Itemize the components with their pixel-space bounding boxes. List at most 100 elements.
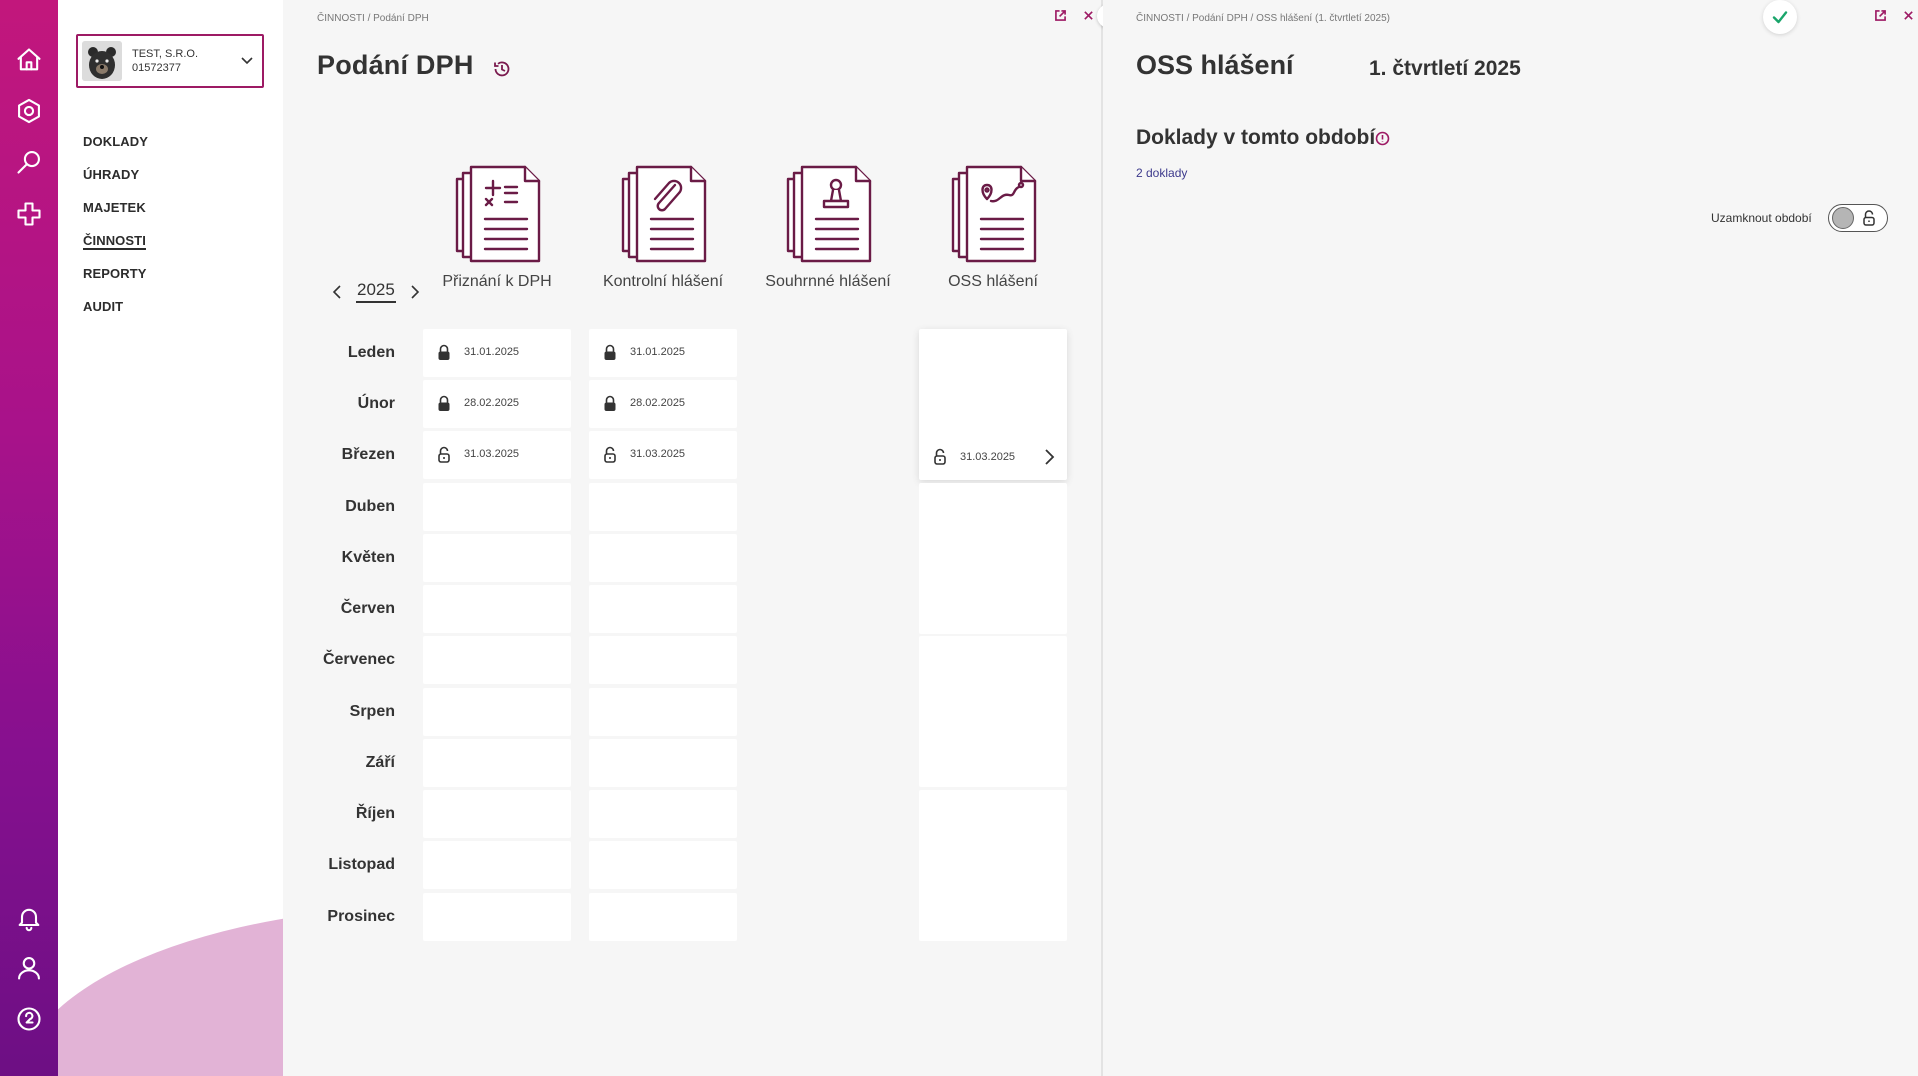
lock-period-toggle[interactable] bbox=[1828, 204, 1888, 232]
stamp-document-icon bbox=[778, 163, 878, 263]
oss-quarter-3[interactable] bbox=[919, 636, 1067, 787]
chevron-down-icon bbox=[240, 53, 254, 67]
breadcrumb-podani-dph[interactable]: Podání DPH bbox=[373, 13, 429, 24]
kontrolni-cell-empty[interactable] bbox=[589, 585, 737, 633]
chevron-left-icon[interactable] bbox=[330, 283, 344, 301]
kontrolni-cell[interactable]: 28.02.2025 bbox=[589, 380, 737, 428]
breadcrumb-oss[interactable]: OSS hlášení (1. čtvrtletí 2025) bbox=[1256, 13, 1390, 24]
home-icon[interactable] bbox=[11, 42, 47, 78]
lock-closed-icon bbox=[437, 395, 451, 412]
month-label: Červenec bbox=[322, 651, 395, 668]
priznani-cell[interactable]: 31.01.2025 bbox=[423, 329, 571, 377]
priznani-cell-empty[interactable] bbox=[423, 739, 571, 787]
info-icon[interactable] bbox=[1375, 131, 1391, 147]
period-label: 1. čtvrtletí 2025 bbox=[1369, 57, 1521, 80]
company-name: TEST, S.R.O. bbox=[132, 48, 199, 60]
decorative-blob bbox=[58, 906, 283, 1076]
breadcrumb: ČINNOSTI / Podání DPH / OSS hlášení (1. … bbox=[1136, 13, 1391, 24]
close-icon[interactable] bbox=[1081, 8, 1095, 22]
chevron-right-icon[interactable] bbox=[408, 283, 422, 301]
oss-quarter-2[interactable] bbox=[919, 483, 1067, 634]
kontrolni-cell-empty[interactable] bbox=[589, 739, 737, 787]
breadcrumb-cinnosti[interactable]: ČINNOSTI bbox=[1136, 13, 1184, 24]
history-icon[interactable] bbox=[492, 59, 514, 81]
priznani-cell-empty[interactable] bbox=[423, 841, 571, 889]
calculator-document-icon bbox=[447, 163, 547, 263]
user-icon[interactable] bbox=[11, 950, 47, 986]
breadcrumb-podani-dph[interactable]: Podání DPH bbox=[1192, 13, 1248, 24]
icon-rail bbox=[0, 0, 58, 1076]
month-label: Únor bbox=[357, 395, 395, 412]
check-icon[interactable] bbox=[1763, 0, 1797, 34]
kontrolni-cell-empty[interactable] bbox=[589, 534, 737, 582]
documents-count-link[interactable]: 2 doklady bbox=[1136, 166, 1187, 180]
lock-closed-icon bbox=[603, 344, 617, 361]
kontrolni-cell-empty[interactable] bbox=[589, 483, 737, 531]
vat-filing-panel: ČINNOSTI / Podání DPH Podání DPH 2025 Př… bbox=[283, 0, 1101, 1076]
section-title: Doklady v tomto období bbox=[1136, 126, 1376, 149]
page-title: OSS hlášení bbox=[1136, 50, 1294, 80]
plus-icon[interactable] bbox=[11, 196, 47, 232]
map-document-icon bbox=[943, 163, 1043, 263]
nav-item-uhrady[interactable]: ÚHRADY bbox=[83, 165, 148, 198]
cell-date: 31.03.2025 bbox=[960, 451, 1016, 463]
search-icon[interactable] bbox=[11, 144, 47, 180]
oss-detail-panel: ČINNOSTI / Podání DPH / OSS hlášení (1. … bbox=[1103, 0, 1918, 1076]
kontrolni-cell[interactable]: 31.01.2025 bbox=[589, 329, 737, 377]
priznani-cell-empty[interactable] bbox=[423, 636, 571, 684]
priznani-cell-empty[interactable] bbox=[423, 893, 571, 941]
year-label[interactable]: 2025 bbox=[356, 280, 396, 303]
oss-quarter-4[interactable] bbox=[919, 790, 1067, 941]
nav-item-audit[interactable]: AUDIT bbox=[83, 297, 148, 330]
lock-closed-icon bbox=[603, 395, 617, 412]
company-avatar bbox=[82, 41, 122, 81]
open-external-icon[interactable] bbox=[1873, 8, 1887, 22]
oss-quarter-1[interactable]: 31.03.2025 bbox=[919, 329, 1067, 480]
breadcrumb-cinnosti[interactable]: ČINNOSTI bbox=[317, 13, 365, 24]
chevron-right-icon bbox=[1043, 448, 1057, 466]
close-icon[interactable] bbox=[1901, 8, 1915, 22]
priznani-cell-empty[interactable] bbox=[423, 790, 571, 838]
column-label: Kontrolní hlášení bbox=[602, 273, 724, 290]
lock-open-icon bbox=[437, 446, 451, 463]
nav-item-majetek[interactable]: MAJETEK bbox=[83, 198, 148, 231]
nav-item-reporty[interactable]: REPORTY bbox=[83, 264, 148, 297]
page-title: Podání DPH bbox=[317, 50, 474, 80]
column-souhrnne[interactable]: Souhrnné hlášení bbox=[754, 163, 902, 291]
lock-open-icon bbox=[1862, 210, 1876, 226]
kontrolni-cell-empty[interactable] bbox=[589, 790, 737, 838]
priznani-cell[interactable]: 28.02.2025 bbox=[423, 380, 571, 428]
open-external-icon[interactable] bbox=[1053, 8, 1067, 22]
month-label: Září bbox=[365, 754, 395, 771]
company-selector[interactable]: TEST, S.R.O. 01572377 bbox=[76, 34, 264, 88]
cell-date: 31.01.2025 bbox=[464, 346, 520, 358]
priznani-cell-empty[interactable] bbox=[423, 483, 571, 531]
kontrolni-cell-empty[interactable] bbox=[589, 841, 737, 889]
column-label: Přiznání k DPH bbox=[442, 273, 552, 290]
month-label: Srpen bbox=[349, 703, 395, 720]
kontrolni-cell-empty[interactable] bbox=[589, 636, 737, 684]
paperclip-document-icon bbox=[613, 163, 713, 263]
kontrolni-cell-empty[interactable] bbox=[589, 688, 737, 736]
priznani-cell-empty[interactable] bbox=[423, 534, 571, 582]
kontrolni-cell[interactable]: 31.03.2025 bbox=[589, 431, 737, 479]
column-kontrolni[interactable]: Kontrolní hlášení bbox=[589, 163, 737, 291]
company-ico: 01572377 bbox=[132, 62, 181, 74]
priznani-cell[interactable]: 31.03.2025 bbox=[423, 431, 571, 479]
priznani-cell-empty[interactable] bbox=[423, 688, 571, 736]
help-icon[interactable] bbox=[11, 1001, 47, 1037]
priznani-cell-empty[interactable] bbox=[423, 585, 571, 633]
bell-icon[interactable] bbox=[11, 900, 47, 936]
month-label: Duben bbox=[345, 498, 395, 515]
month-label: Říjen bbox=[355, 805, 395, 822]
nav-item-doklady[interactable]: DOKLADY bbox=[83, 132, 148, 165]
panel-window-controls bbox=[1873, 8, 1915, 22]
cell-date: 31.03.2025 bbox=[464, 448, 520, 460]
column-oss[interactable]: OSS hlášení bbox=[919, 163, 1067, 291]
column-label: OSS hlášení bbox=[948, 273, 1038, 290]
nav-item-cinnosti[interactable]: ČINNOSTI bbox=[83, 231, 148, 264]
column-priznani[interactable]: Přiznání k DPH bbox=[423, 163, 571, 291]
settings-icon[interactable] bbox=[11, 93, 47, 129]
kontrolni-cell-empty[interactable] bbox=[589, 893, 737, 941]
month-label: Prosinec bbox=[327, 908, 395, 925]
